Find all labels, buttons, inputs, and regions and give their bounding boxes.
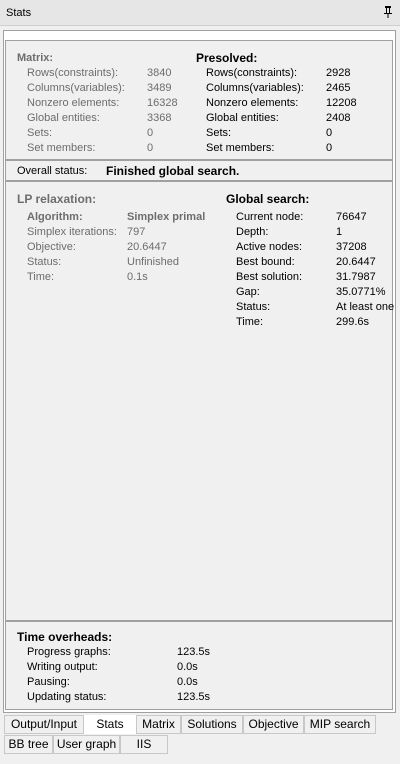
tab-matrix[interactable]: Matrix [136, 715, 181, 734]
lp-row-value: 0.1s [127, 271, 148, 283]
tab-solutions[interactable]: Solutions [181, 715, 243, 734]
tab-objective[interactable]: Objective [243, 715, 304, 734]
matrix-row-label: Rows(constraints): [27, 67, 119, 79]
matrix-row-value: 3368 [147, 112, 172, 124]
presolved-row-value: 2408 [326, 112, 351, 124]
global-search-row-value: At least one [336, 301, 395, 313]
tab-stats[interactable]: Stats [84, 715, 136, 734]
global-search-row-value: 299.6s [336, 316, 370, 328]
overhead-row-label: Pausing: [27, 676, 70, 688]
window-title-bar: Stats [0, 0, 400, 26]
global-search-row-value: 31.7987 [336, 271, 376, 283]
presolved-row-label: Nonzero elements: [206, 97, 299, 109]
presolved-row-value: 2465 [326, 82, 351, 94]
global-search-row-value: 20.6447 [336, 256, 376, 268]
matrix-row-label: Set members: [27, 142, 96, 154]
matrix-row-label: Columns(variables): [27, 82, 125, 94]
presolved-row-value: 0 [326, 142, 333, 154]
lp-row-value: 797 [127, 226, 146, 238]
global-search-row-label: Active nodes: [236, 241, 303, 253]
global-search-row-value: 37208 [336, 241, 367, 253]
matrix-row-value: 0 [147, 127, 154, 139]
presolved-row-label: Sets: [206, 127, 232, 139]
presolved-row-label: Rows(constraints): [206, 67, 298, 79]
tab-bb-tree[interactable]: BB tree [4, 735, 53, 754]
overhead-row-label: Writing output: [27, 661, 98, 673]
search-panel: LP relaxation: Algorithm: Simplex primal… [5, 181, 395, 621]
global-search-row-label: Best bound: [236, 256, 295, 268]
bottom-tab-bar: Output/Input Stats Matrix Solutions Obje… [0, 714, 400, 764]
matrix-heading: Matrix: [17, 52, 54, 64]
matrix-row-value: 3840 [147, 67, 172, 79]
matrix-row-label: Global entities: [27, 112, 100, 124]
overhead-row-label: Updating status: [27, 691, 107, 703]
lp-row-label: Time: [27, 271, 55, 283]
matrix-panel: Matrix: Rows(constraints): 3840 Columns(… [5, 40, 393, 160]
lp-row-label: Objective: [27, 241, 76, 253]
global-search-row-label: Depth: [236, 226, 269, 238]
tab-user-graph[interactable]: User graph [53, 735, 120, 754]
algorithm-value: Simplex primal [127, 211, 206, 223]
overall-status-value: Finished global search. [106, 164, 240, 178]
presolved-row-label: Set members: [206, 142, 275, 154]
lp-row-label: Simplex iterations: [27, 226, 117, 238]
global-search-heading: Global search: [226, 192, 310, 206]
global-search-row-label: Time: [236, 316, 264, 328]
pin-icon[interactable] [382, 5, 394, 19]
tab-iis[interactable]: IIS [120, 735, 168, 754]
presolved-row-label: Global entities: [206, 112, 279, 124]
overhead-row-value: 0.0s [177, 676, 198, 688]
presolved-row-value: 0 [326, 127, 333, 139]
lp-row-value: 20.6447 [127, 241, 167, 253]
tab-mip-search[interactable]: MIP search [304, 715, 376, 734]
matrix-row-value: 3489 [147, 82, 172, 94]
global-search-row-value: 35.0771% [336, 286, 386, 298]
matrix-row-label: Nonzero elements: [27, 97, 120, 109]
tab-output-input[interactable]: Output/Input [4, 715, 84, 734]
window-title: Stats [6, 7, 32, 19]
global-search-row-label: Status: [236, 301, 271, 313]
presolved-row-label: Columns(variables): [206, 82, 304, 94]
presolved-row-value: 2928 [326, 67, 351, 79]
global-search-row-label: Best solution: [236, 271, 303, 283]
algorithm-label: Algorithm: [27, 211, 83, 223]
overhead-row-value: 123.5s [177, 691, 211, 703]
time-overheads-panel: Time overheads: Progress graphs: 123.5s … [5, 621, 393, 710]
global-search-row-label: Gap: [236, 286, 260, 298]
overhead-row-value: 0.0s [177, 661, 198, 673]
overhead-row-label: Progress graphs: [27, 646, 111, 658]
lp-row-value: Unfinished [127, 256, 179, 268]
global-search-row-value: 1 [336, 226, 343, 238]
lp-row-label: Status: [27, 256, 62, 268]
matrix-row-value: 0 [147, 142, 154, 154]
lp-heading: LP relaxation: [17, 192, 97, 206]
presolved-row-value: 12208 [326, 97, 357, 109]
matrix-row-label: Sets: [27, 127, 53, 139]
global-search-row-label: Current node: [236, 211, 304, 223]
overhead-row-value: 123.5s [177, 646, 211, 658]
overall-status-label: Overall status: [17, 165, 88, 177]
overall-status-panel: Overall status: Finished global search. [5, 160, 393, 181]
presolved-heading: Presolved: [196, 51, 258, 65]
matrix-row-value: 16328 [147, 97, 178, 109]
time-overheads-heading: Time overheads: [17, 630, 113, 644]
global-search-row-value: 76647 [336, 211, 367, 223]
